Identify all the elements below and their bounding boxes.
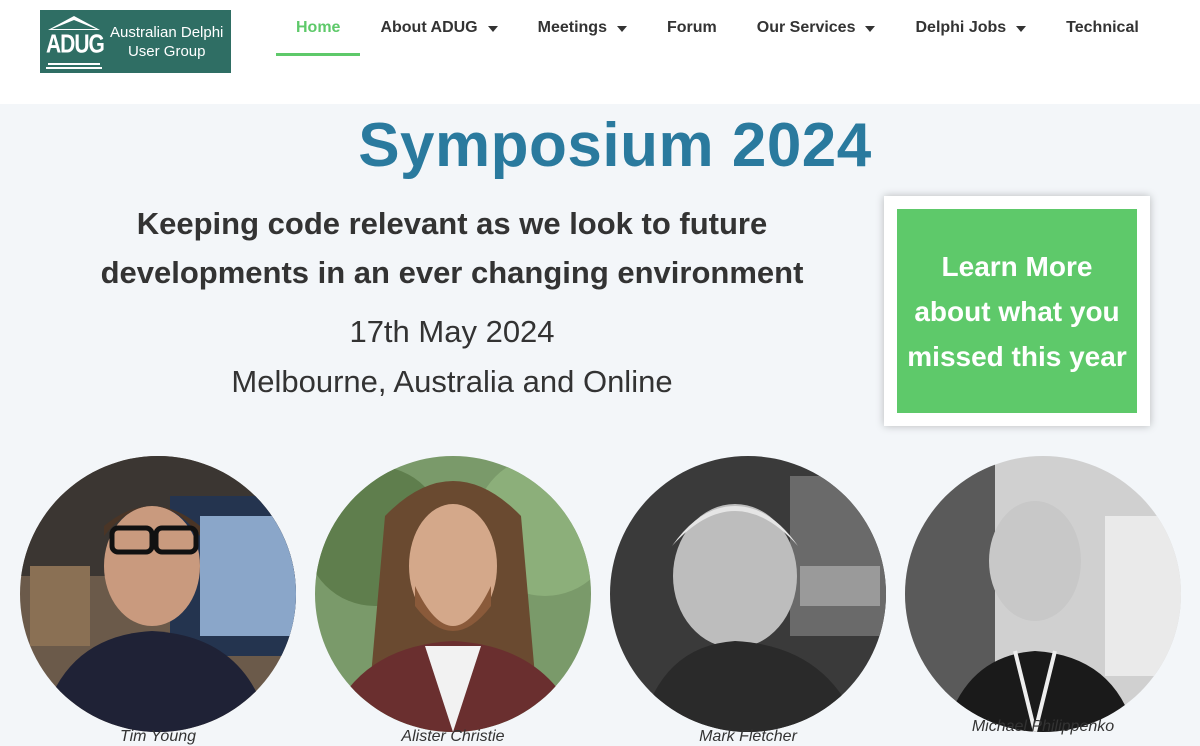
nav-label: About ADUG bbox=[380, 19, 478, 36]
adug-logo[interactable]: ADUG Australian Delphi User Group bbox=[40, 10, 231, 73]
main-nav: Home About ADUG Meetings Forum Our Servi… bbox=[276, 0, 1159, 104]
nav-item-about-adug[interactable]: About ADUG bbox=[360, 0, 517, 56]
speaker-card: Michael Philippenko bbox=[905, 456, 1181, 735]
speaker-name: Tim Young bbox=[119, 728, 197, 745]
nav-item-home[interactable]: Home bbox=[276, 0, 361, 56]
nav-item-meetings[interactable]: Meetings bbox=[518, 0, 647, 56]
speaker-photo[interactable] bbox=[905, 456, 1181, 732]
speaker-name: Michael Philippenko bbox=[971, 718, 1115, 735]
caret-down-icon bbox=[1016, 26, 1027, 32]
speaker-card: Mark Fletcher bbox=[610, 456, 886, 745]
nav-label: Our Services bbox=[756, 19, 856, 36]
event-location: Melbourne, Australia and Online bbox=[231, 364, 673, 399]
caret-down-icon bbox=[865, 26, 876, 32]
nav-label: Forum bbox=[666, 19, 717, 36]
nav-item-forum[interactable]: Forum bbox=[647, 0, 737, 56]
event-date: 17th May 2024 bbox=[349, 314, 555, 349]
learn-more-button[interactable]: Learn More about what you missed this ye… bbox=[897, 209, 1137, 413]
speaker-card: Tim Young bbox=[20, 456, 296, 745]
page-title: Symposium 2024 bbox=[358, 111, 872, 180]
speaker-photo[interactable] bbox=[20, 456, 296, 732]
building-logo-icon: ADUG bbox=[46, 14, 105, 70]
logo-line-2: User Group bbox=[127, 42, 206, 60]
caret-down-icon bbox=[616, 26, 627, 32]
speaker-photo[interactable] bbox=[610, 456, 886, 732]
speaker-name: Mark Fletcher bbox=[699, 728, 797, 745]
nav-item-delphi-jobs[interactable]: Delphi Jobs bbox=[895, 0, 1046, 56]
cta-card: Learn More about what you missed this ye… bbox=[884, 196, 1150, 426]
speaker-name: Alister Christie bbox=[401, 728, 505, 745]
nav-label: Meetings bbox=[537, 19, 607, 36]
site-header: ADUG Australian Delphi User Group Home A… bbox=[0, 0, 1200, 104]
speaker-photo[interactable] bbox=[315, 456, 591, 732]
nav-label: Technical bbox=[1066, 19, 1139, 36]
logo-text: Australian Delphi User Group bbox=[110, 23, 223, 61]
nav-item-our-services[interactable]: Our Services bbox=[737, 0, 896, 56]
caret-down-icon bbox=[487, 26, 498, 32]
nav-label: Delphi Jobs bbox=[915, 19, 1007, 36]
nav-label: Home bbox=[296, 19, 341, 36]
event-tagline: Keeping code relevant as we look to futu… bbox=[100, 206, 804, 290]
logo-line-1: Australian Delphi bbox=[110, 23, 224, 41]
speaker-card: Alister Christie bbox=[315, 456, 591, 745]
nav-item-technical[interactable]: Technical bbox=[1046, 0, 1159, 56]
